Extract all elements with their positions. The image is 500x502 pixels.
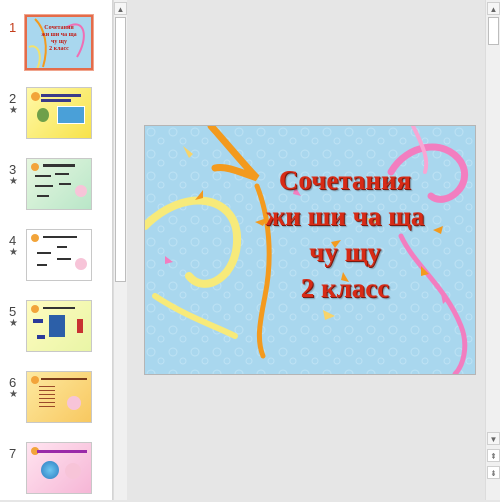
slide-scrollbar-thumb[interactable] xyxy=(488,17,499,45)
thumbnail-text-line xyxy=(55,173,69,175)
animation-star-icon: ★ xyxy=(9,318,18,329)
slide-thumbnail-pane: 1 Сочетания жи ши ча ща чу щу 2 класс 2 … xyxy=(0,0,113,500)
slide-title-line-2: жи ши ча ща xyxy=(265,201,425,231)
slide-thumbnail-row-2[interactable]: 2 ★ xyxy=(0,87,113,147)
slide-thumbnail-2[interactable] xyxy=(26,87,92,139)
thumbnail-text-line xyxy=(35,175,51,177)
thumbnail-text-line xyxy=(37,252,51,254)
thumbnail-text-line xyxy=(35,185,53,187)
animation-star-icon: ★ xyxy=(9,389,18,400)
slide-number: 4 xyxy=(9,233,17,248)
slide-thumbnail-6[interactable] xyxy=(26,371,92,423)
character-picture xyxy=(65,463,81,479)
ball-picture xyxy=(41,461,59,479)
slide-number: 3 xyxy=(9,162,17,177)
slide-thumbnail-row-7[interactable]: 7 xyxy=(0,442,113,502)
thumbnail-text-line xyxy=(59,183,71,185)
thumbnail-letter-block xyxy=(33,319,43,323)
thumbnail-scrollbar[interactable]: ▲ xyxy=(113,0,127,500)
slide-thumbnail-row-4[interactable]: 4 ★ xyxy=(0,229,113,289)
banner-picture xyxy=(57,106,85,124)
thumbnail-letter-block xyxy=(77,319,83,333)
thumbnail-heading-line xyxy=(41,378,87,380)
animation-star-icon: ★ xyxy=(9,247,18,258)
character-picture xyxy=(37,108,49,122)
thumbnail-heading-line xyxy=(37,450,87,453)
character-picture xyxy=(49,315,65,337)
thumbnail-text-line xyxy=(37,195,49,197)
slide-title-line-4: 2 класс xyxy=(300,273,390,303)
thumbnail-heading-line xyxy=(43,307,75,309)
slide-title[interactable]: Сочетания жи ши ча ща чу щу 2 класс xyxy=(245,162,445,306)
sun-icon xyxy=(31,92,40,101)
slide-thumbnail-1[interactable]: Сочетания жи ши ча ща чу щу 2 класс xyxy=(24,14,94,71)
thumbnail-letter-block xyxy=(37,335,45,339)
thumbnail-heading-line xyxy=(43,164,75,167)
thumbnail-heading-line xyxy=(43,236,77,238)
previous-slide-icon[interactable]: ⇞ xyxy=(487,449,500,462)
slide-thumbnail-4[interactable] xyxy=(26,229,92,281)
thumbnail-heading-line xyxy=(41,99,71,102)
slide-number: 5 xyxy=(9,304,17,319)
character-picture xyxy=(75,258,87,270)
thumbnail-text-line xyxy=(37,264,47,266)
main-slide-canvas[interactable]: Сочетания жи ши ча ща чу щу 2 класс xyxy=(145,126,475,374)
sun-icon xyxy=(31,305,39,313)
character-picture xyxy=(67,396,81,410)
slide-title-line-3: чу щу xyxy=(309,237,381,267)
sun-icon xyxy=(31,163,39,171)
thumbnail-text-block xyxy=(39,386,55,408)
slide-thumbnail-7[interactable] xyxy=(26,442,92,494)
scroll-up-arrow-icon[interactable]: ▲ xyxy=(114,2,127,15)
slide-thumbnail-row-3[interactable]: 3 ★ xyxy=(0,158,113,218)
slide-thumbnail-row-5[interactable]: 5 ★ xyxy=(0,300,113,360)
slide-scrollbar[interactable]: ▲ ▼ ⇞ ⇟ xyxy=(485,0,500,500)
thumbnail-title: Сочетания жи ши ча ща чу щу 2 класс xyxy=(41,25,77,52)
slide-thumbnail-5[interactable] xyxy=(26,300,92,352)
slide-number: 7 xyxy=(9,446,17,461)
slide-thumbnail-row-6[interactable]: 6 ★ xyxy=(0,371,113,431)
character-picture xyxy=(75,185,87,197)
animation-star-icon: ★ xyxy=(9,176,18,187)
slide-number: 6 xyxy=(9,375,17,390)
next-slide-icon[interactable]: ⇟ xyxy=(487,466,500,479)
slide-number: 1 xyxy=(9,20,17,35)
animation-star-icon: ★ xyxy=(9,105,18,116)
scroll-up-arrow-icon[interactable]: ▲ xyxy=(487,2,500,15)
thumbnail-text-line xyxy=(57,246,67,248)
slide-thumbnail-row-1[interactable]: 1 Сочетания жи ши ча ща чу щу 2 класс xyxy=(0,14,113,76)
slide-title-line-1: Сочетания xyxy=(278,165,412,195)
thumbnail-heading-line xyxy=(41,94,81,97)
slide-number: 2 xyxy=(9,91,17,106)
sun-icon xyxy=(31,234,39,242)
slide-thumbnail-3[interactable] xyxy=(26,158,92,210)
scroll-down-arrow-icon[interactable]: ▼ xyxy=(487,432,500,445)
thumbnail-text-line xyxy=(57,258,71,260)
thumbnail-scrollbar-thumb[interactable] xyxy=(115,17,126,282)
sun-icon xyxy=(31,376,39,384)
